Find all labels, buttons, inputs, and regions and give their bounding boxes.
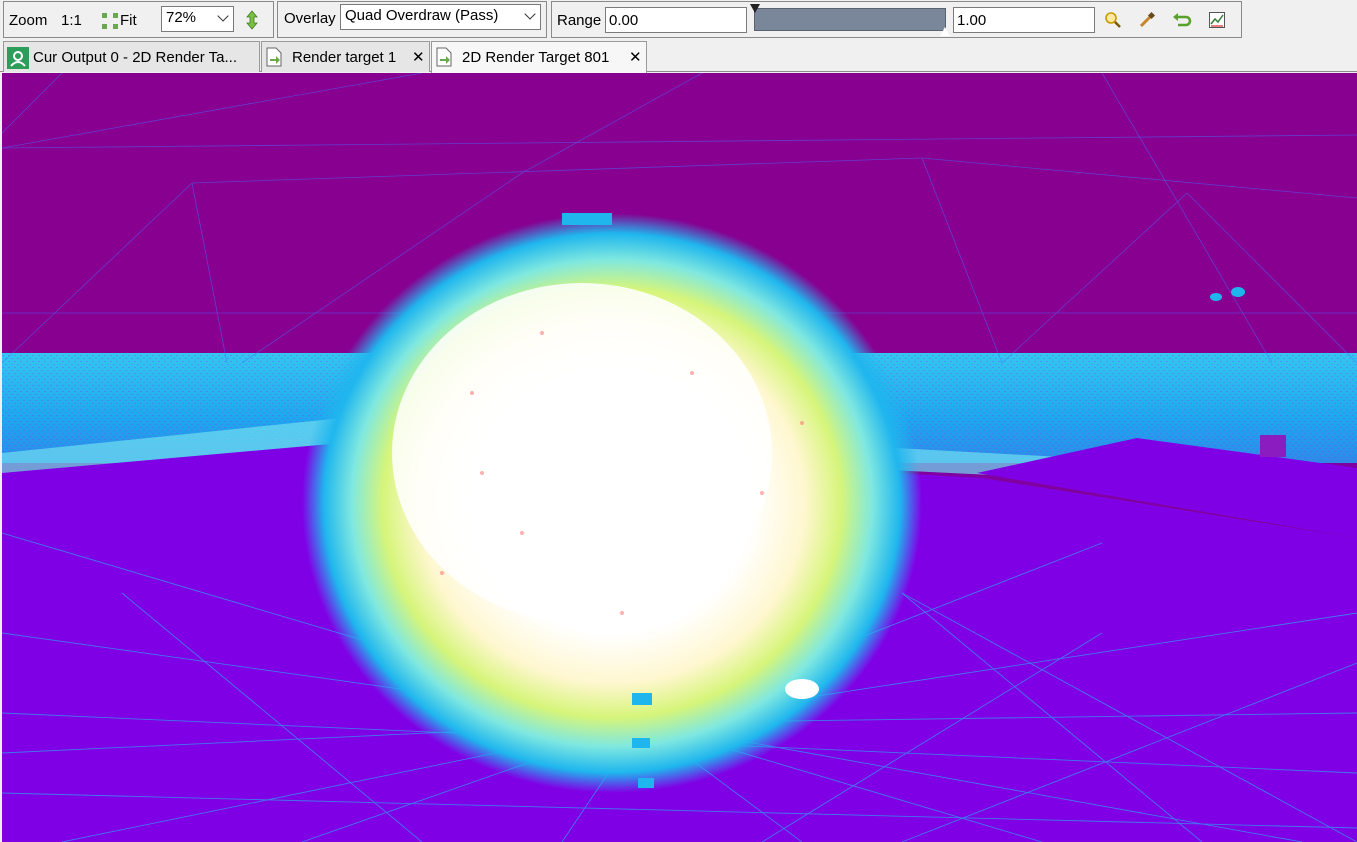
overlay-select[interactable]: Quad Overdraw (Pass)	[340, 4, 541, 30]
range-max-handle[interactable]	[940, 27, 950, 36]
close-icon[interactable]: ✕	[412, 48, 425, 66]
reset-icon[interactable]	[1172, 10, 1192, 30]
histogram-icon[interactable]	[1207, 10, 1227, 30]
zoom-1to1-button[interactable]: 1:1	[61, 12, 82, 29]
zoom-range-icon[interactable]	[1103, 10, 1123, 30]
texture-icon	[435, 47, 455, 67]
chevron-down-icon	[217, 10, 229, 22]
zoom-label: Zoom	[9, 12, 48, 29]
output-icon	[7, 47, 29, 69]
range-max-input[interactable]	[953, 7, 1095, 33]
texture-viewer-toolbar: Zoom 1:1 Fit 72% Overlay Quad Overdraw (…	[0, 0, 1357, 40]
flip-icon[interactable]	[242, 10, 262, 30]
tab-cur-output[interactable]: Cur Output 0 - 2D Render Ta...	[3, 41, 260, 72]
range-label: Range	[557, 12, 602, 29]
fit-icon[interactable]	[100, 11, 120, 31]
quad-overdraw-image	[2, 73, 1357, 842]
chevron-down-icon	[524, 8, 536, 20]
tab-2d-render-target-801[interactable]: 2D Render Target 801 ✕	[431, 41, 647, 73]
overlay-group: Overlay Quad Overdraw (Pass)	[277, 1, 547, 38]
tab-label: Cur Output 0 - 2D Render Ta...	[33, 49, 237, 66]
tab-render-target-1[interactable]: Render target 1 ✕	[261, 41, 430, 72]
range-min-handle[interactable]	[750, 4, 760, 13]
range-group: Range	[551, 1, 1242, 38]
zoom-select[interactable]: 72%	[161, 6, 234, 32]
range-slider[interactable]	[750, 4, 950, 36]
small-particle	[785, 679, 819, 699]
close-icon[interactable]: ✕	[629, 48, 642, 66]
fit-button-label[interactable]: Fit	[120, 12, 137, 29]
overlay-label: Overlay	[284, 10, 336, 27]
tab-label: Render target 1	[292, 49, 397, 66]
overlay-select-value: Quad Overdraw (Pass)	[345, 7, 499, 24]
zoom-select-value: 72%	[166, 9, 197, 26]
zoom-group: Zoom 1:1 Fit 72%	[3, 1, 274, 38]
tab-bar: Cur Output 0 - 2D Render Ta... Render ta…	[0, 40, 1357, 73]
tab-label: 2D Render Target 801	[462, 49, 610, 66]
texture-viewport[interactable]	[2, 73, 1357, 842]
texture-icon	[265, 47, 285, 67]
range-min-input[interactable]	[605, 7, 747, 33]
picker-icon[interactable]	[1137, 10, 1157, 30]
